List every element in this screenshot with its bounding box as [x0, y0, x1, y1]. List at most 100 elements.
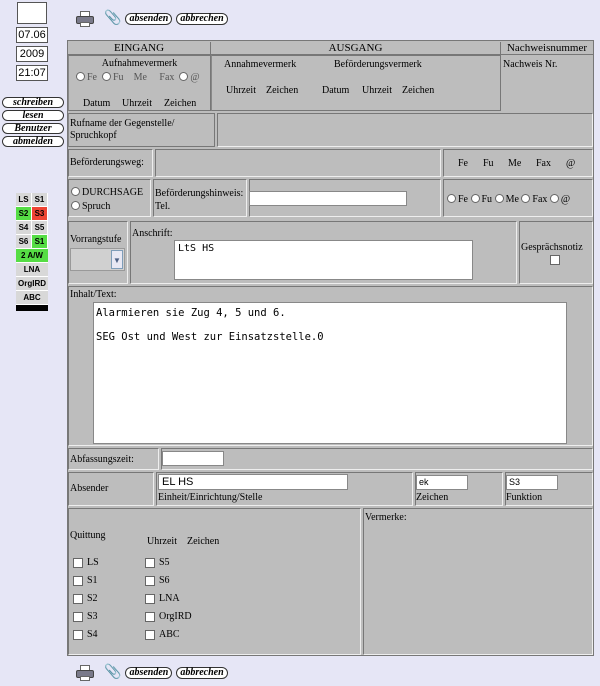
rufname-field[interactable] [217, 113, 593, 147]
radio-at[interactable] [549, 194, 559, 203]
status-cell[interactable]: S3 [32, 207, 48, 220]
quittung-item-label: ABC [159, 629, 180, 640]
weg-mode-at: @ [566, 158, 576, 169]
status-cell[interactable]: S2 [16, 207, 32, 220]
time-display: 21:07 [16, 65, 48, 81]
send-button[interactable]: absenden [125, 667, 173, 679]
quittung-checkbox[interactable] [73, 576, 83, 586]
quittung-label: Quittung [70, 530, 106, 541]
vorrangstufe-label: Vorrangstufe [70, 234, 122, 245]
eingang-header: EINGANG [68, 42, 211, 55]
quittung-item-label: OrgIRD [159, 611, 192, 622]
quittung-checkbox[interactable] [145, 630, 155, 640]
quittung-checkbox[interactable] [145, 594, 155, 604]
nav-schreiben-button[interactable]: schreiben [2, 97, 64, 108]
befoerderungshinweis-label: Beförderungshinweis: [155, 188, 244, 199]
status-row: S4 S5 [16, 221, 48, 235]
status-cell[interactable]: S1 [32, 235, 48, 248]
quittung-checkbox[interactable] [73, 630, 83, 640]
radio-durchsage[interactable] [71, 187, 80, 196]
quittung-checkbox[interactable] [145, 612, 155, 622]
aufnahmevermerk-label: Aufnahmevermerk [101, 58, 178, 69]
rufname-label: Rufname der Gegenstelle/ Spruchkopf [70, 118, 175, 141]
status-row: OrgIRD [16, 277, 48, 291]
status-cell[interactable]: OrgIRD [16, 277, 48, 290]
radio-fe[interactable] [447, 194, 456, 203]
status-row: LS S1 [16, 193, 48, 207]
radio-fu[interactable] [470, 194, 480, 203]
nav-benutzer-button[interactable]: Benutzer [2, 123, 64, 134]
anschrift-input[interactable]: LtS HS [174, 240, 473, 280]
annahmevermerk-label: Annahmevermerk [224, 59, 297, 70]
paperclip-icon[interactable]: 📎 [104, 12, 121, 26]
date-display: 07.06 [16, 27, 48, 43]
absender-label: Absender [70, 483, 109, 494]
paperclip-icon[interactable]: 📎 [104, 666, 121, 680]
quittung-zeichen-label: Zeichen [187, 536, 220, 547]
nav-abmelden-button[interactable]: abmelden [2, 136, 64, 147]
quittung-item-label: S4 [87, 629, 98, 640]
quittung-uhrzeit-label: Uhrzeit [147, 536, 177, 547]
funktion-input[interactable]: S3 [506, 475, 558, 490]
radio-me[interactable] [494, 194, 504, 203]
quittung-checkbox[interactable] [145, 576, 155, 586]
status-bar [16, 305, 48, 311]
befoerderungsweg-field[interactable] [155, 149, 441, 177]
absender-input[interactable]: EL HS [158, 474, 348, 490]
inhalt-textarea[interactable]: Alarmieren sie Zug 4, 5 und 6. SEG Ost u… [93, 302, 567, 444]
status-cell[interactable]: LNA [16, 263, 48, 276]
status-cell[interactable]: S4 [16, 221, 32, 234]
status-grid: LS S1 S2 S3 S4 S5 S6 S1 2 A/W LNA OrgIRD ABC [16, 193, 48, 311]
vorrangstufe-select[interactable]: ▼ [70, 248, 125, 271]
zeichen-label: Zeichen [416, 492, 449, 503]
einheit-label: Einheit/Einrichtung/Stelle [158, 492, 263, 503]
quittung-block [68, 508, 361, 655]
mode-radios: Fe Fu Me Fax @ [447, 194, 570, 205]
gespraechsnotiz-checkbox[interactable] [550, 255, 560, 265]
abfassungszeit-input[interactable] [162, 451, 224, 466]
befoerderung-uhrzeit-label: Uhrzeit [362, 85, 392, 96]
status-cell[interactable]: 2 A/W [16, 249, 48, 262]
quittung-item-label: LS [87, 557, 99, 568]
message-form: EINGANG AUSGANG Nachweisnummer Aufnahmev… [67, 40, 594, 656]
weg-mode-fu: Fu [483, 158, 494, 169]
weg-mode-fax: Fax [536, 158, 551, 169]
radio-fe-in[interactable] [76, 72, 85, 81]
radio-fax[interactable] [521, 194, 531, 203]
radio-spruch[interactable] [71, 201, 80, 210]
status-row: LNA [16, 263, 48, 277]
blank-box [17, 2, 47, 24]
send-button[interactable]: absenden [125, 13, 173, 25]
quittung-checkbox[interactable] [145, 558, 155, 568]
eingang-zeichen-label: Zeichen [164, 98, 197, 109]
nav-lesen-button[interactable]: lesen [2, 110, 64, 121]
durchsage-option[interactable]: DURCHSAGE [71, 187, 143, 198]
status-row: 2 A/W [16, 249, 48, 263]
vermerke-block [363, 508, 593, 655]
printer-icon[interactable] [76, 11, 94, 27]
zeichen-input[interactable]: ek [416, 475, 468, 490]
cancel-button[interactable]: abbrechen [176, 667, 228, 679]
cancel-button[interactable]: abbrechen [176, 13, 228, 25]
quittung-checkbox[interactable] [73, 558, 83, 568]
annahme-zeichen-label: Zeichen [266, 85, 299, 96]
radio-at-in[interactable] [179, 72, 189, 81]
chevron-down-icon[interactable]: ▼ [111, 250, 123, 269]
quittung-checkbox[interactable] [73, 594, 83, 604]
inhalt-label: Inhalt/Text: [70, 289, 117, 300]
status-row: S6 S1 [16, 235, 48, 249]
status-cell[interactable]: S5 [32, 221, 48, 234]
inhalt-line-2: SEG Ost und West zur Einsatzstelle.0 [96, 331, 324, 343]
befoerderungshinweis-input[interactable] [249, 191, 407, 206]
printer-icon[interactable] [76, 665, 94, 681]
spruch-option[interactable]: Spruch [71, 201, 110, 212]
anschrift-label: Anschrift: [132, 228, 173, 239]
status-cell[interactable]: S1 [32, 193, 48, 206]
nachweisnummer-header: Nachweisnummer [501, 42, 593, 55]
quittung-checkbox[interactable] [73, 612, 83, 622]
befoerderungsvermerk-label: Beförderungsvermerk [334, 59, 422, 70]
status-cell[interactable]: S6 [16, 235, 32, 248]
status-cell[interactable]: LS [16, 193, 32, 206]
status-cell[interactable]: ABC [16, 291, 48, 304]
radio-fu-in[interactable] [102, 72, 111, 81]
